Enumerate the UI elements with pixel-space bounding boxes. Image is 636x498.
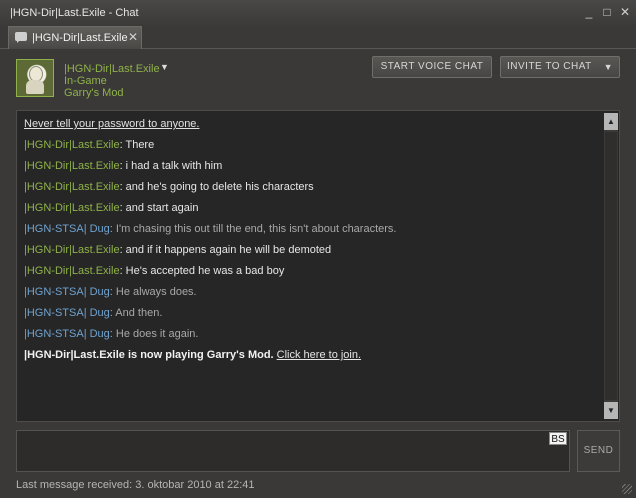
message-text: : and if it happens again he will be dem… <box>119 244 332 256</box>
chat-bubble-icon <box>15 32 27 43</box>
message-row: |HGN-Dir|Last.Exile: and if it happens a… <box>24 243 602 264</box>
message-row: |HGN-STSA| Dug: He always does. <box>24 285 602 306</box>
scroll-up-arrow-icon[interactable]: ▲ <box>604 113 618 130</box>
message-row: |HGN-STSA| Dug: He does it again. <box>24 327 602 348</box>
message-sender[interactable]: |HGN-STSA| Dug <box>24 328 110 340</box>
game-event-text: |HGN-Dir|Last.Exile is now playing Garry… <box>24 349 274 361</box>
system-notice-row: Never tell your password to anyone. <box>24 117 602 138</box>
chat-log[interactable]: Never tell your password to anyone. |HGN… <box>16 110 620 422</box>
avatar-body <box>26 80 44 94</box>
message-sender[interactable]: |HGN-Dir|Last.Exile <box>24 265 120 277</box>
close-tab-icon[interactable]: ✕ <box>128 30 138 44</box>
bs-indicator: BS <box>549 432 567 445</box>
avatar[interactable] <box>16 59 54 97</box>
start-voice-chat-button[interactable]: START VOICE CHAT <box>372 56 492 78</box>
message-row: |HGN-Dir|Last.Exile: i had a talk with h… <box>24 159 602 180</box>
game-event-row: |HGN-Dir|Last.Exile is now playing Garry… <box>24 348 602 369</box>
voice-chat-label: START VOICE CHAT <box>380 61 484 72</box>
maximize-button[interactable]: □ <box>601 6 613 18</box>
tab-chat-last-exile[interactable]: |HGN-Dir|Last.Exile ✕ <box>8 26 142 49</box>
chat-header: |HGN-Dir|Last.Exile ▼ In-Game Garry's Mo… <box>0 49 636 105</box>
message-row: |HGN-Dir|Last.Exile: There <box>24 138 602 159</box>
window-title: |HGN-Dir|Last.Exile - Chat <box>10 7 139 19</box>
join-game-link[interactable]: Click here to join. <box>277 349 361 361</box>
message-text: : He's accepted he was a bad boy <box>119 265 285 277</box>
last-message-status: Last message received: 3. oktobar 2010 a… <box>16 479 255 491</box>
message-sender[interactable]: |HGN-Dir|Last.Exile <box>24 139 120 151</box>
scroll-track[interactable] <box>605 132 617 400</box>
friend-status: In-Game <box>64 75 107 87</box>
message-sender[interactable]: |HGN-Dir|Last.Exile <box>24 160 120 172</box>
message-row: |HGN-STSA| Dug: And then. <box>24 306 602 327</box>
message-text: : He always does. <box>109 286 197 298</box>
invite-label: INVITE TO CHAT <box>507 61 592 72</box>
tab-label: |HGN-Dir|Last.Exile <box>32 32 128 44</box>
message-text: : There <box>119 139 155 151</box>
friend-name[interactable]: |HGN-Dir|Last.Exile <box>64 63 160 75</box>
tab-strip: |HGN-Dir|Last.Exile ✕ <box>0 26 636 49</box>
message-sender[interactable]: |HGN-Dir|Last.Exile <box>24 244 120 256</box>
invite-to-chat-button[interactable]: INVITE TO CHAT ▼ <box>500 56 620 78</box>
chat-scrollbar[interactable]: ▲ ▼ <box>604 113 618 419</box>
message-row: |HGN-STSA| Dug: I'm chasing this out til… <box>24 222 602 243</box>
password-notice: Never tell your password to anyone. <box>24 118 200 130</box>
message-sender[interactable]: |HGN-STSA| Dug <box>24 286 110 298</box>
message-row: |HGN-Dir|Last.Exile: and he's going to d… <box>24 180 602 201</box>
friend-menu-chevron-icon[interactable]: ▼ <box>160 62 169 72</box>
message-list: Never tell your password to anyone. |HGN… <box>24 117 602 369</box>
message-sender[interactable]: |HGN-STSA| Dug <box>24 307 110 319</box>
title-bar[interactable]: |HGN-Dir|Last.Exile - Chat _ □ ✕ <box>0 0 636 26</box>
message-sender[interactable]: |HGN-STSA| Dug <box>24 223 110 235</box>
message-text: : I'm chasing this out till the end, thi… <box>109 223 397 235</box>
message-sender[interactable]: |HGN-Dir|Last.Exile <box>24 181 120 193</box>
scroll-down-arrow-icon[interactable]: ▼ <box>604 402 618 419</box>
send-button[interactable]: SEND <box>577 430 620 472</box>
close-window-button[interactable]: ✕ <box>619 6 631 18</box>
message-text: : And then. <box>109 307 163 319</box>
resize-grip-icon[interactable] <box>622 484 632 494</box>
message-sender[interactable]: |HGN-Dir|Last.Exile <box>24 202 120 214</box>
invite-dropdown-icon: ▼ <box>603 62 613 72</box>
message-text: : and start again <box>119 202 199 214</box>
message-input[interactable] <box>16 430 570 472</box>
message-text: : and he's going to delete his character… <box>119 181 314 193</box>
friend-game: Garry's Mod <box>64 87 124 99</box>
message-text: : He does it again. <box>109 328 199 340</box>
message-row: |HGN-Dir|Last.Exile: and start again <box>24 201 602 222</box>
message-row: |HGN-Dir|Last.Exile: He's accepted he wa… <box>24 264 602 285</box>
message-text: : i had a talk with him <box>119 160 223 172</box>
minimize-button[interactable]: _ <box>583 6 595 18</box>
